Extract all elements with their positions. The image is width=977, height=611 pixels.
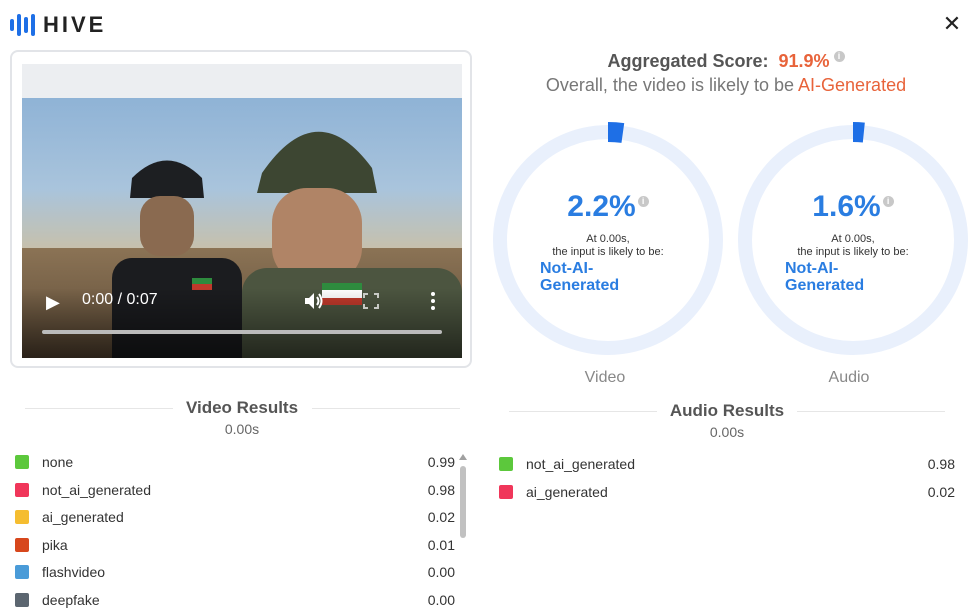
audio-gauge-name: Audio [828,369,870,386]
brand-name: HIVE [43,12,107,37]
result-row: not_ai_generated 0.98 [499,453,955,475]
video-results-time: 0.00s [224,421,260,437]
video-player-card: ▶ 0:00 / 0:07 [10,50,472,368]
result-label: ai_generated [42,509,124,526]
result-label: deepfake [42,592,100,608]
result-value: 0.00 [427,592,455,608]
video-gauge-name: Video [584,369,626,386]
color-swatch [15,537,29,552]
video-progress-bar[interactable] [42,330,442,334]
result-value: 0.02 [427,509,455,526]
more-options-icon[interactable] [426,290,440,312]
scroll-up-arrow-icon[interactable] [459,454,467,460]
result-row: not_ai_generated 0.98 [15,479,455,501]
hive-logo: HIVE [10,12,106,38]
video-gauge: 2.2% i At 0.00s, the input is likely to be… [488,120,728,360]
audio-gauge-line1: At 0.00s, [831,233,875,245]
result-label: ai_generated [526,484,608,500]
color-swatch [499,485,513,499]
result-row: deepfake 0.00 [15,589,455,611]
result-value: 0.99 [427,454,455,470]
result-value: 0.98 [927,456,955,472]
result-value: 0.00 [427,564,455,581]
divider [312,408,460,409]
color-swatch [15,510,29,525]
video-gauge-percent: 2.2% [567,190,636,223]
result-label: flashvideo [42,564,106,581]
audio-gauge-label-line1: Not-AI- [785,260,839,277]
video-gauge-label-line2: Generated [540,277,620,294]
aggregated-sentence: Overall, the video is likely to be [545,75,795,95]
info-icon[interactable]: i [882,196,894,207]
result-row: ai_generated 0.02 [15,506,455,528]
result-row: none 0.99 [15,451,455,473]
color-swatch [15,482,29,497]
video-gauge-label-line1: Not-AI- [540,260,594,277]
result-row: pika 0.01 [15,534,455,556]
video-results-title: Video Results [185,398,299,417]
play-button[interactable]: ▶ [46,292,66,312]
divider [797,411,945,412]
audio-results-title: Audio Results [669,401,785,420]
audio-gauge-label-line2: Generated [785,277,865,294]
result-row: flashvideo 0.00 [15,561,455,583]
video-top-bar [22,64,462,98]
result-label: not_ai_generated [526,456,635,472]
audio-gauge: 1.6% i At 0.00s, the input is likely to be… [733,120,973,360]
result-value: 0.98 [427,481,455,498]
result-row: ai_generated 0.02 [499,481,955,503]
scroll-thumb[interactable] [460,466,466,538]
hive-logo-icon [10,13,35,37]
divider [25,408,173,409]
video-gauge-line2: the input is likely to be: [552,246,664,258]
color-swatch [499,457,513,471]
divider [509,411,657,412]
color-swatch [15,593,29,607]
info-icon[interactable]: i [637,196,649,207]
volume-icon[interactable] [302,290,324,312]
color-swatch [15,455,29,469]
audio-gauge-line2: the input is likely to be: [797,246,909,258]
video-gauge-line1: At 0.00s, [586,233,630,245]
video-time: 0:00 / 0:07 [82,291,158,308]
close-icon[interactable]: ✕ [940,12,964,36]
aggregated-verdict: AI-Generated [798,75,907,95]
audio-gauge-percent: 1.6% [812,190,881,223]
video-player[interactable]: ▶ 0:00 / 0:07 [22,98,462,358]
result-value: 0.02 [927,484,955,500]
aggregated-score: Aggregated Score: 91.9% i Overall, the vid… [490,51,962,96]
info-icon[interactable]: i [833,51,845,62]
result-value: 0.01 [427,536,455,553]
result-label: pika [42,536,68,553]
audio-results-time: 0.00s [709,424,745,440]
result-label: not_ai_generated [42,481,151,498]
aggregated-score-value: 91.9% [778,51,830,71]
aggregated-score-label: Aggregated Score: [607,51,769,71]
color-swatch [15,565,29,580]
video-results-scrollbar[interactable] [459,454,467,610]
result-label: none [42,454,74,470]
fullscreen-icon[interactable] [362,292,380,310]
